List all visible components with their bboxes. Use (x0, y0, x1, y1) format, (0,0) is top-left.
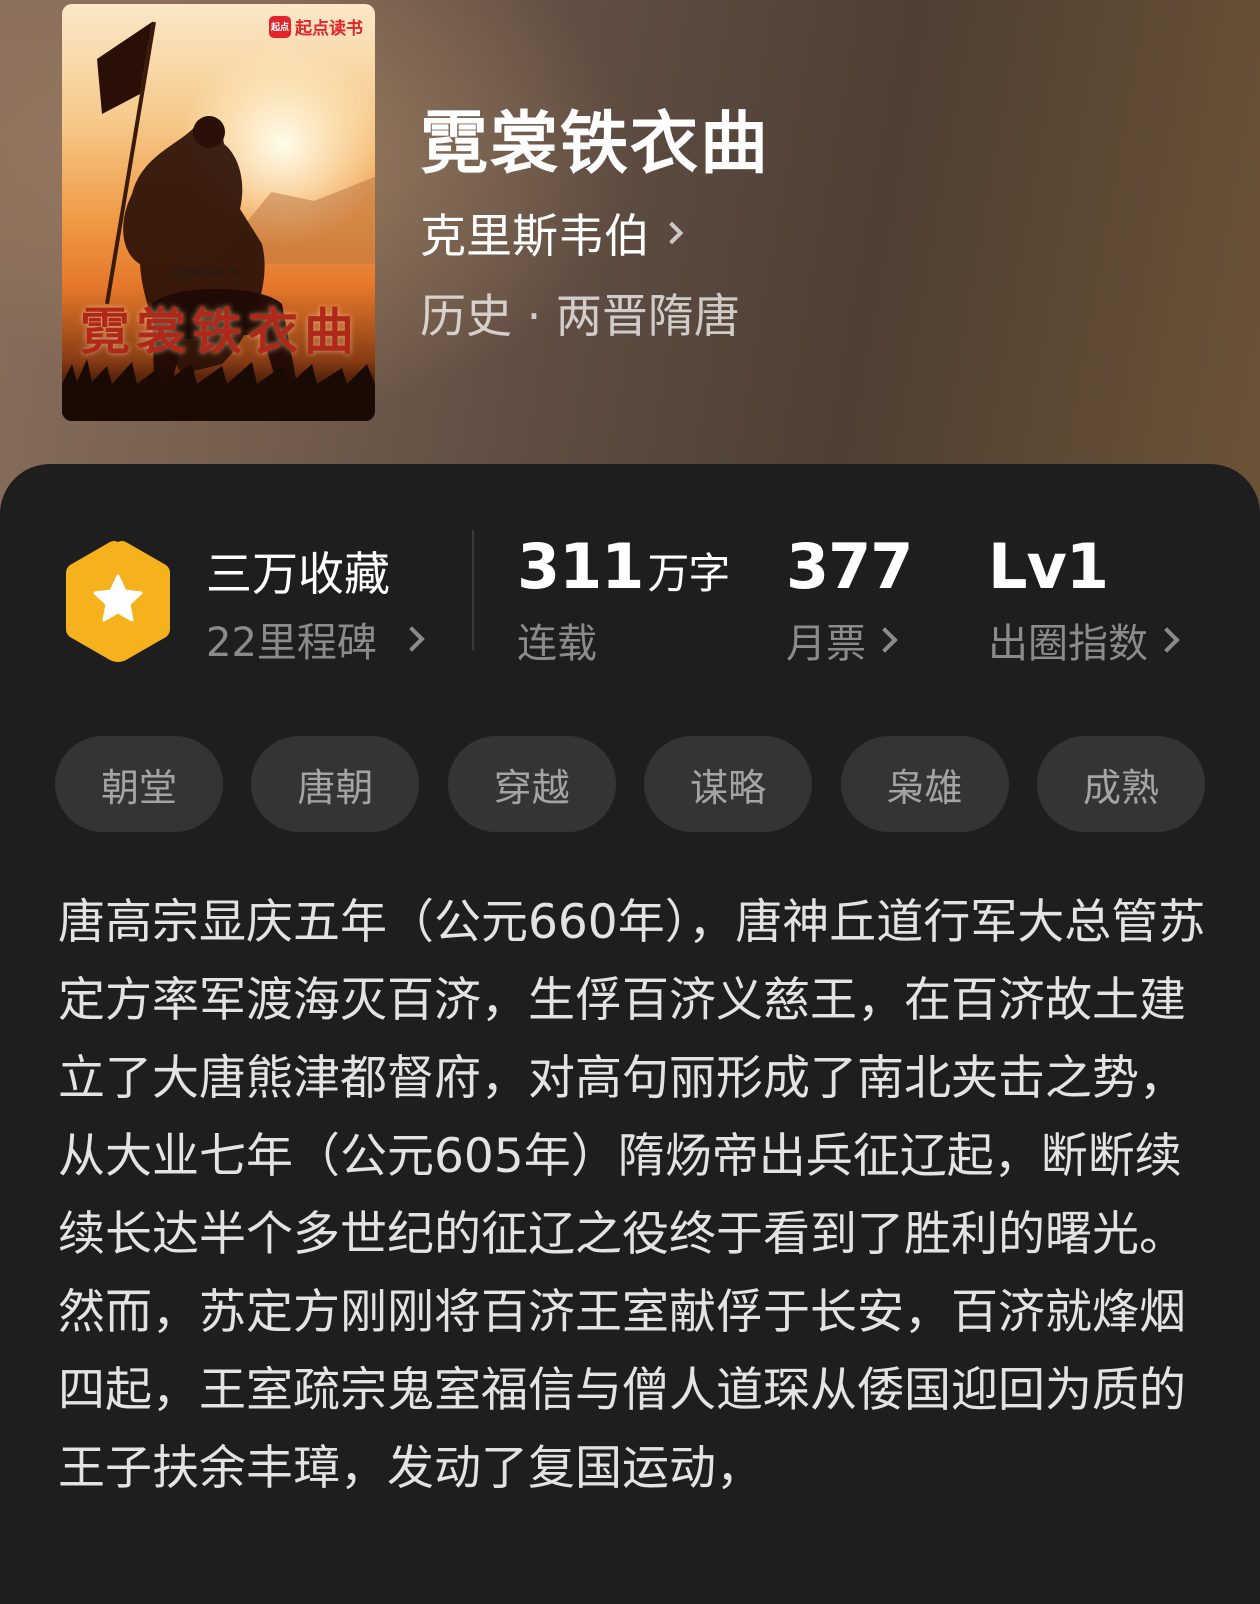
platform-logo-icon: 起点 (269, 15, 291, 38)
tag-chip[interactable]: 谋略 (644, 736, 813, 832)
milestones-link[interactable]: 22里程碑 (206, 610, 425, 668)
word-count-value: 311 (517, 530, 644, 603)
monthly-votes-stat[interactable]: 377 月票 (786, 530, 913, 669)
cover-ground (62, 361, 375, 421)
book-genre[interactable]: 历史 · 两晋隋唐 (420, 280, 740, 346)
tag-chip[interactable]: 唐朝 (251, 736, 420, 832)
cover-author: 克里斯韦伯 著 (170, 266, 240, 279)
collection-count: 三万收藏 (206, 547, 390, 601)
word-count-stat: 311万字 连载 (517, 530, 730, 669)
chevron-right-icon (399, 626, 425, 652)
popularity-index-label: 出圈指数 (988, 621, 1148, 667)
platform-badge: 起点 起点读书 (269, 14, 363, 39)
chevron-right-icon (872, 627, 898, 653)
book-description[interactable]: 唐高宗显庆五年（公元660年），唐神丘道行军大总管苏定方率军渡海灭百济，生俘百济… (58, 884, 1208, 1508)
tag-chip[interactable]: 穿越 (447, 736, 616, 832)
description-paragraph: 然而，苏定方刚刚将百济王室献俘于长安，百济就烽烟四起，王室疏宗鬼室福信与僧人道琛… (58, 1285, 1186, 1496)
description-paragraph: 唐高宗显庆五年（公元660年），唐神丘道行军大总管苏定方率军渡海灭百济，生俘百济… (58, 895, 1206, 1262)
tag-chip[interactable]: 枭雄 (840, 736, 1009, 832)
tag-chip[interactable]: 成熟 (1036, 736, 1205, 832)
collection-hexagon-icon[interactable] (62, 538, 174, 664)
popularity-index-stat[interactable]: Lv1 出圈指数 (988, 530, 1180, 669)
stats-divider (472, 530, 474, 650)
popularity-index-value: Lv1 (988, 530, 1109, 603)
serial-status: 连载 (517, 621, 597, 667)
milestones-label: 22里程碑 (206, 620, 377, 666)
monthly-votes-label: 月票 (786, 621, 866, 667)
chevron-right-icon (1154, 627, 1180, 653)
cover-title: 霓裳铁衣曲 (80, 302, 360, 361)
tag-list: 朝堂 唐朝 穿越 谋略 枭雄 成熟 (55, 736, 1205, 832)
tag-chip[interactable]: 朝堂 (55, 736, 223, 832)
word-count-unit: 万字 (647, 549, 730, 598)
author-link[interactable]: 克里斯韦伯 (420, 200, 684, 266)
monthly-votes-value: 377 (786, 530, 913, 603)
chevron-right-icon (660, 221, 684, 245)
platform-badge-text: 起点读书 (295, 19, 363, 39)
book-cover[interactable]: 起点 起点读书 克里斯韦伯 著 霓裳铁衣曲 (62, 4, 375, 421)
author-name: 克里斯韦伯 (420, 209, 650, 263)
book-title: 霓裳铁衣曲 (420, 104, 771, 184)
